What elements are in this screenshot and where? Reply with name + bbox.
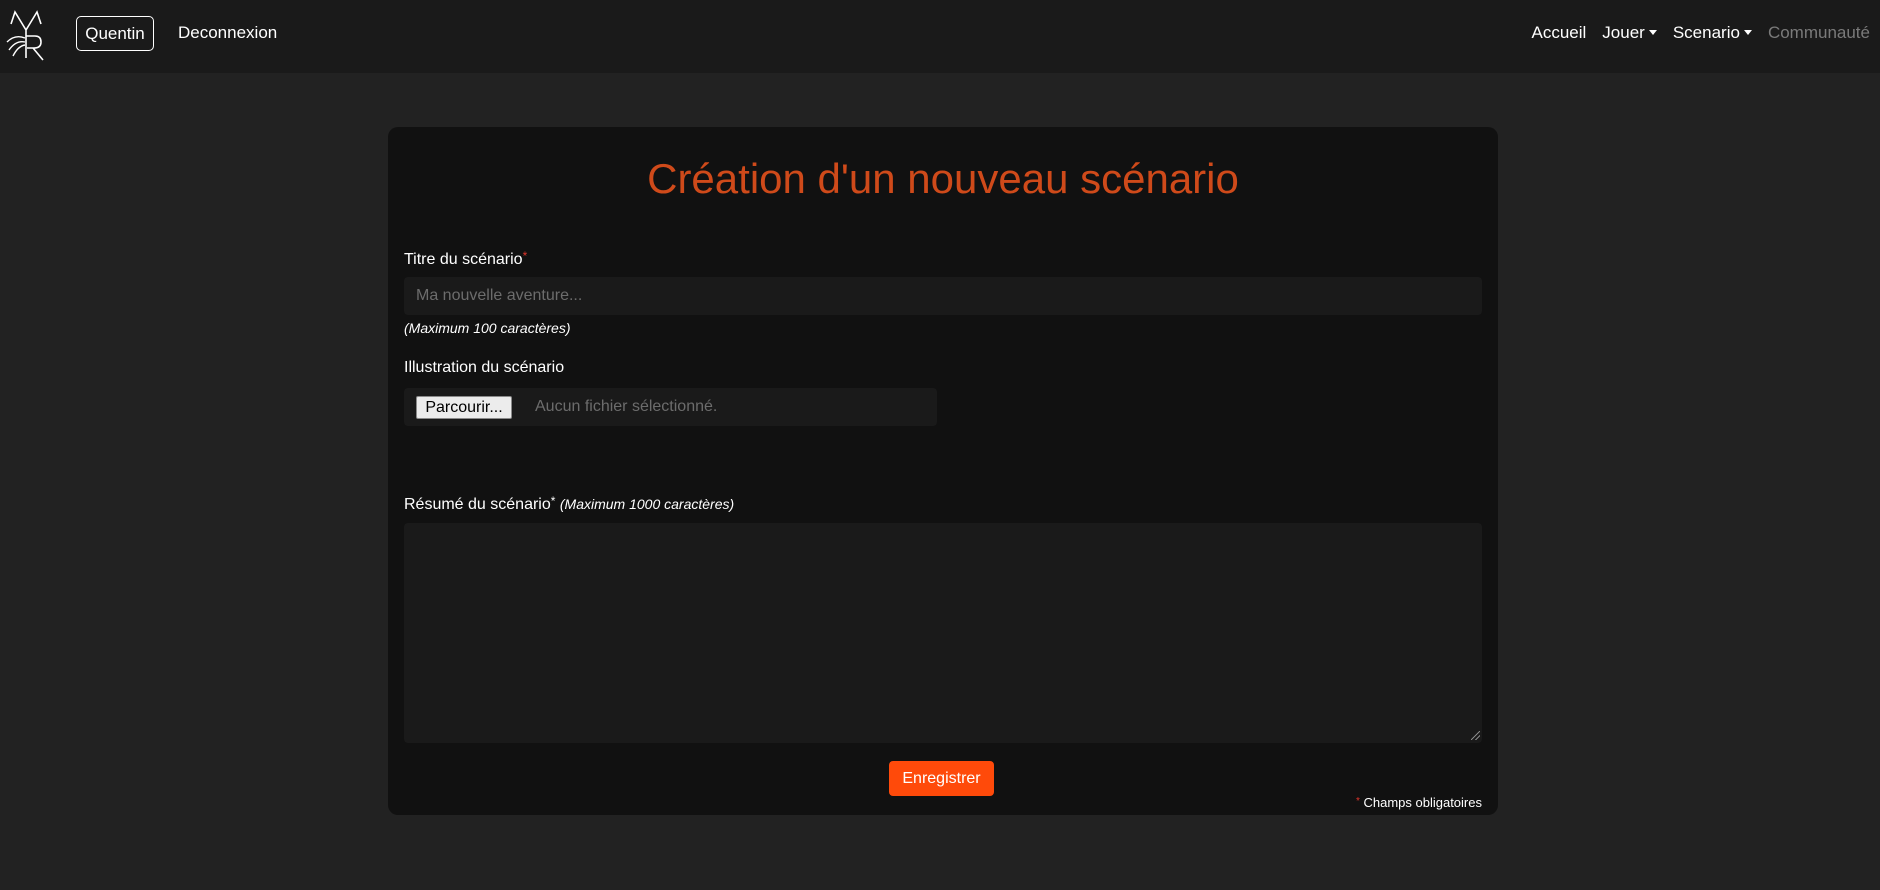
- scenario-title-hint: (Maximum 100 caractères): [404, 320, 571, 336]
- resize-handle-icon[interactable]: [1471, 731, 1480, 740]
- scenario-form-card: Création d'un nouveau scénario Titre du …: [388, 127, 1498, 815]
- chevron-down-icon: [1648, 30, 1657, 35]
- file-status-text: Aucun fichier sélectionné.: [535, 398, 718, 415]
- nav-play-label: Jouer: [1602, 23, 1645, 42]
- nav-scenario-label: Scenario: [1672, 23, 1740, 42]
- scenario-title-input[interactable]: [404, 277, 1482, 315]
- summary-textarea[interactable]: [404, 523, 1482, 743]
- nav-home-link[interactable]: Accueil: [1531, 23, 1586, 43]
- navbar: Quentin Deconnexion Accueil Jouer Scenar…: [0, 0, 1880, 73]
- chevron-down-icon: [1743, 30, 1752, 35]
- required-fields-note: * Champs obligatoires: [1356, 795, 1482, 810]
- save-button[interactable]: Enregistrer: [889, 761, 994, 796]
- required-marker: *: [1355, 796, 1360, 807]
- scenario-title-label: Titre du scénario*: [404, 249, 527, 269]
- required-marker: *: [522, 249, 528, 263]
- site-logo-icon[interactable]: [5, 8, 47, 62]
- summary-label: Résumé du scénario* (Maximum 1000 caract…: [404, 494, 734, 514]
- required-marker: *: [550, 494, 556, 508]
- illustration-file-input[interactable]: Parcourir... Aucun fichier sélectionné.: [404, 388, 937, 426]
- scenario-title-label-text: Titre du scénario: [404, 251, 523, 268]
- main-nav: Accueil Jouer Scenario Communauté: [1531, 23, 1870, 43]
- user-profile-button[interactable]: Quentin: [76, 16, 154, 51]
- browse-file-button[interactable]: Parcourir...: [416, 396, 512, 419]
- summary-label-text: Résumé du scénario: [404, 496, 551, 513]
- nav-scenario-dropdown[interactable]: Scenario: [1673, 23, 1752, 43]
- nav-play-dropdown[interactable]: Jouer: [1602, 23, 1657, 43]
- required-fields-text: Champs obligatoires: [1363, 795, 1482, 810]
- page-title: Création d'un nouveau scénario: [647, 155, 1239, 202]
- illustration-label: Illustration du scénario: [404, 359, 565, 376]
- nav-community-link[interactable]: Communauté: [1768, 23, 1870, 43]
- logout-link[interactable]: Deconnexion: [178, 23, 277, 43]
- summary-hint: (Maximum 1000 caractères): [559, 496, 735, 512]
